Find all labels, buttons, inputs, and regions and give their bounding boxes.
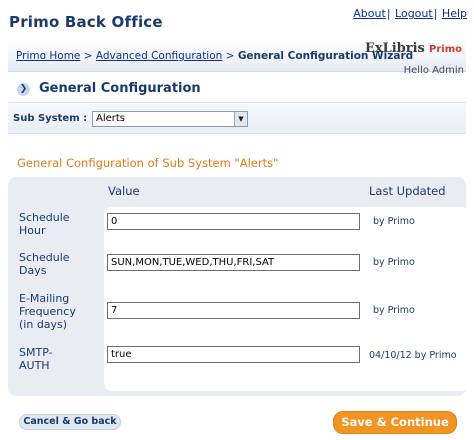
breadcrumb-separator: >	[83, 50, 93, 62]
cancel-go-back-button[interactable]: Cancel & Go back	[19, 414, 121, 430]
save-continue-button[interactable]: Save & Continue	[333, 411, 457, 434]
last-updated-value: by Primo	[373, 305, 415, 316]
logout-link[interactable]: Logout	[395, 7, 433, 20]
breadcrumb-home[interactable]: Primo Home	[16, 50, 80, 62]
label-line: AUTH	[19, 359, 50, 372]
dropdown-arrow-icon[interactable]: ▼	[234, 112, 247, 126]
logo-brand: ExLibris	[364, 41, 425, 56]
link-separator: |	[433, 7, 438, 20]
link-separator: |	[386, 7, 391, 20]
exlibris-primo-logo: ExLibris Primo	[365, 41, 462, 56]
last-updated-value: by Primo	[373, 216, 415, 227]
schedule-days-label: Schedule Days	[19, 251, 70, 277]
last-updated-column-header: Last Updated	[369, 184, 446, 198]
value-column-header: Value	[108, 184, 140, 198]
about-link[interactable]: About	[353, 7, 386, 20]
logo-product: Primo	[429, 44, 462, 55]
navigation-bar: Primo Home > Advanced Configuration > Ge…	[8, 38, 466, 72]
breadcrumb-separator: >	[225, 50, 235, 62]
chevron-right-icon: ❯	[17, 83, 30, 96]
help-link[interactable]: Help	[442, 7, 467, 20]
breadcrumb: Primo Home > Advanced Configuration > Ge…	[16, 50, 413, 62]
schedule-days-input[interactable]: SUN,MON,TUE,WED,THU,FRI,SAT	[107, 254, 360, 271]
smtp-auth-input[interactable]: true	[107, 346, 360, 363]
config-values-area	[104, 207, 470, 391]
breadcrumb-advanced-configuration[interactable]: Advanced Configuration	[96, 50, 222, 62]
smtp-auth-label: SMTP- AUTH	[19, 346, 53, 372]
config-section-title: General Configuration of Sub System "Ale…	[17, 156, 279, 170]
schedule-hour-input[interactable]: 0	[107, 213, 360, 230]
sub-system-label: Sub System :	[13, 113, 88, 124]
last-updated-value: by Primo	[373, 257, 415, 268]
top-links: About| Logout| Help	[353, 7, 467, 20]
schedule-hour-label: Schedule Hour	[19, 211, 70, 237]
sub-system-row: Sub System : Alerts ▼	[8, 102, 466, 134]
label-line: Hour	[19, 224, 46, 237]
config-panel	[8, 177, 470, 396]
label-line: E-Mailing	[19, 292, 70, 305]
emailing-frequency-label: E-Mailing Frequency (in days)	[19, 292, 76, 331]
label-line: Days	[19, 264, 47, 277]
sub-system-selected-value: Alerts	[96, 113, 126, 124]
last-updated-value: 04/10/12 by Primo	[369, 350, 457, 361]
sub-system-select[interactable]: Alerts ▼	[92, 111, 248, 127]
emailing-frequency-input[interactable]: 7	[107, 302, 360, 319]
greeting: Hello Admin	[403, 65, 464, 76]
page-title: General Configuration	[39, 81, 201, 96]
label-line: Schedule	[19, 251, 70, 264]
app-title: Primo Back Office	[9, 13, 163, 31]
label-line: Frequency	[19, 305, 76, 318]
label-line: Schedule	[19, 211, 70, 224]
label-line: (in days)	[19, 318, 68, 331]
label-line: SMTP-	[19, 346, 53, 359]
